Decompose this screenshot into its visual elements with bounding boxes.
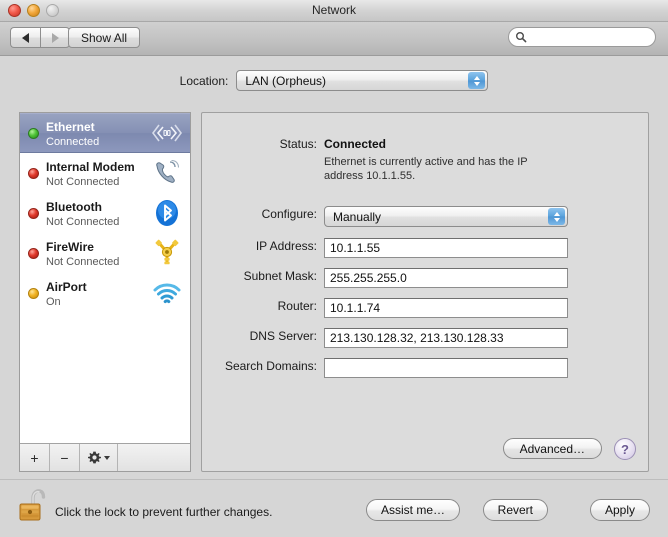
sidebar-item-bluetooth-name: Bluetooth [46,199,102,214]
sidebar-item-ethernet-text: Ethernet Connected [46,118,150,149]
revert-button[interactable]: Revert [482,499,548,521]
help-button[interactable]: ? [614,438,636,460]
dns-server-label: DNS Server: [249,329,317,343]
window-bottom-bar: Click the lock to prevent further change… [0,479,668,537]
add-service-button[interactable]: + [20,444,50,471]
search-domains-field[interactable] [324,358,568,378]
sidebar-item-firewire-status: Not Connected [46,255,120,268]
sidebar-item-firewire[interactable]: FireWire Not Connected [20,233,190,273]
ip-address-field[interactable]: 10.1.1.55 [324,238,568,258]
search-input[interactable] [530,30,652,44]
show-all-button[interactable]: Show All [68,27,141,48]
chevron-updown-icon [468,72,486,89]
chevron-updown-icon [548,208,565,225]
location-row: Location: LAN (Orpheus) [0,70,668,91]
dns-server-field[interactable]: 213.130.128.32, 213.130.128.33 [324,328,568,348]
apply-button[interactable]: Apply [589,499,650,521]
firewire-icon [150,238,184,268]
chevron-down-icon [103,455,110,460]
assist-me-button[interactable]: Assist me… [365,499,460,521]
status-dot-red-icon [28,247,39,259]
preferences-toolbar: Show All [0,22,668,56]
ethernet-icon [150,118,184,148]
sidebar-item-internal-modem-name: Internal Modem [46,159,135,174]
sidebar-item-ethernet-name: Ethernet [46,119,95,134]
sidebar-item-bluetooth-status: Not Connected [46,215,120,228]
router-field[interactable]: 10.1.1.74 [324,298,568,318]
location-selected-value: LAN (Orpheus) [245,73,327,88]
sidebar-item-airport-name: AirPort [46,279,87,294]
status-dot-green-icon [28,127,39,139]
search-domains-label: Search Domains: [224,359,317,373]
sidebar-item-ethernet[interactable]: Ethernet Connected [20,113,190,153]
sidebar-item-internal-modem-status: Not Connected [46,175,120,188]
status-dot-red-icon [28,207,39,219]
ip-address-label: IP Address: [255,239,317,253]
status-description: Ethernet is currently active and has the… [324,156,528,182]
router-label: Router: [277,299,317,313]
subnet-mask-label: Subnet Mask: [243,269,317,283]
network-services-list: Ethernet Connected Internal Modem Not Co… [20,113,190,443]
advanced-button[interactable]: Advanced… [502,438,602,459]
sidebar-item-ethernet-status: Connected [46,135,100,148]
sidebar-item-bluetooth[interactable]: Bluetooth Not Connected [20,193,190,233]
configure-selected-value: Manually [333,209,382,224]
sidebar-item-bluetooth-text: Bluetooth Not Connected [46,198,150,229]
subnet-mask-field[interactable]: 255.255.255.0 [324,268,568,288]
status-description-row: Ethernet is currently active and has the… [202,155,556,183]
unlocked-padlock-icon [19,489,46,521]
configure-row: Configure: Manually [202,206,568,227]
status-label: Status: [279,137,317,151]
forward-button[interactable] [40,27,70,48]
status-dot-amber-icon [28,287,39,299]
location-label: Location: [179,73,229,88]
status-dot-red-icon [28,167,39,179]
status-value: Connected [324,137,387,151]
configure-label: Configure: [261,207,317,221]
configure-popup-button[interactable]: Manually [324,206,568,227]
subnet-mask-row: Subnet Mask: 255.255.255.0 [202,268,568,288]
lock-note-text: Click the lock to prevent further change… [55,505,273,519]
sidebar-item-airport[interactable]: AirPort On [20,273,190,313]
search-field[interactable] [508,27,656,47]
navigation-buttons [10,27,70,48]
lock-button[interactable] [16,486,50,526]
status-row: Status: Connected [202,136,386,152]
sidebar-item-internal-modem-text: Internal Modem Not Connected [46,158,150,189]
network-preferences-window: Network Show All Location: LAN (Orpheus) [0,0,668,537]
ip-address-row: IP Address: 10.1.1.55 [202,238,568,258]
router-row: Router: 10.1.1.74 [202,298,568,318]
dns-server-row: DNS Server: 213.130.128.32, 213.130.128.… [202,328,568,348]
triangle-right-icon [51,32,59,43]
sidebar-item-airport-status: On [46,295,61,308]
service-actions-button[interactable] [80,444,118,471]
triangle-left-icon [22,32,29,43]
sidebar-item-firewire-text: FireWire Not Connected [46,238,150,269]
sidebar-item-airport-text: AirPort On [46,278,150,309]
sidebar-footer-spacer [118,444,190,471]
gear-icon [87,451,101,464]
network-services-sidebar: Ethernet Connected Internal Modem Not Co… [19,112,191,472]
back-button[interactable] [10,27,40,48]
modem-icon [150,158,184,188]
window-titlebar: Network [0,0,668,22]
sidebar-item-internal-modem[interactable]: Internal Modem Not Connected [20,153,190,193]
search-icon [516,32,527,43]
bluetooth-icon [150,198,184,228]
sidebar-item-firewire-name: FireWire [46,239,94,254]
window-title: Network [311,3,356,17]
remove-service-button[interactable]: − [50,444,80,471]
ethernet-settings-panel: Status: Connected Ethernet is currently … [201,112,649,472]
location-popup-button[interactable]: LAN (Orpheus) [236,70,489,91]
airport-wifi-icon [150,278,184,308]
sidebar-footer-toolbar: + − [20,443,190,471]
search-domains-row: Search Domains: [202,358,568,378]
